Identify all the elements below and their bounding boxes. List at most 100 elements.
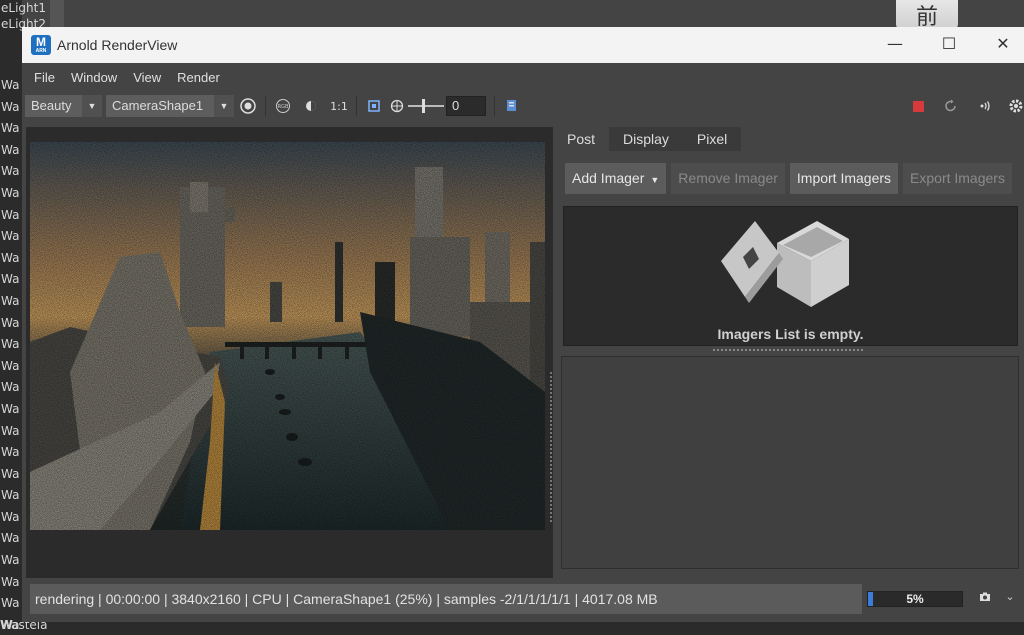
background-top-panel: eLight1 eLight2 [1,0,1024,31]
svg-text:RGB: RGB [278,104,289,110]
toolbar: Beauty ▼ CameraShape1 ▼ RGB 1:1 0 [22,91,1024,121]
menu-view[interactable]: View [125,70,169,85]
remove-imager-button[interactable]: Remove Imager [671,163,785,194]
outliner-item[interactable]: Wa [0,161,22,183]
outliner-item[interactable]: Wa [0,442,22,464]
maximize-icon: ☐ [941,34,957,53]
outliner-item[interactable]: Wa [0,75,22,97]
panel-tabs: Post Display Pixel [553,127,1024,151]
chevron-down-icon: ▼ [82,95,102,117]
view-cube[interactable]: 前 [896,0,958,30]
app-icon-letter: M [36,35,46,49]
outliner-item[interactable]: Wa [0,313,22,335]
minimize-icon: — [887,34,903,53]
arnold-renderview-window: M ARN Arnold RenderView — ☐ ✕ File Windo… [22,27,1024,622]
chevron-down-icon: ▼ [650,175,660,185]
menu-render[interactable]: Render [169,70,228,85]
outliner-item[interactable]: Wa [0,485,22,507]
menu-file[interactable]: File [26,70,63,85]
ipr-signal-icon[interactable] [970,94,998,118]
import-imagers-button[interactable]: Import Imagers [789,163,899,194]
imager-list[interactable]: Imagers List is empty. [563,206,1018,346]
outliner-rows: Wa Wa Wa Wa Wa Wa Wa Wa Wa Wa Wa Wa Wa Wa Wa Wa Wa Wa Wa Wa… [0,75,22,635]
maya-app-icon: M ARN [31,35,51,55]
outliner-item[interactable]: Wa [0,550,22,572]
toolbar-separator [265,96,266,116]
empty-list-message: Imagers List is empty. [717,326,864,342]
outliner-item[interactable]: Wa [0,140,22,162]
outliner-item[interactable]: Wa [0,356,22,378]
contrast-icon[interactable] [297,94,325,118]
outliner-item[interactable]: Wa [0,205,22,227]
log-icon[interactable] [498,94,526,118]
tab-display[interactable]: Display [609,127,683,151]
progress-label: 5% [906,592,924,606]
exposure-slider-knob[interactable] [422,99,425,113]
menu-bar: File Window View Render [22,63,1024,91]
background-bottom: Wastela [0,618,1024,635]
toolbar-separator [356,96,357,116]
imager-properties-area [561,356,1019,569]
outliner-item[interactable]: Wa [0,291,22,313]
radio-target-icon[interactable] [234,94,262,118]
empty-box-icon [721,221,849,307]
render-viewport[interactable] [26,127,553,578]
outliner-item[interactable]: Wa [0,593,22,615]
aov-value: Beauty [25,95,82,117]
status-bar: rendering | 00:00:00 | 3840x2160 | CPU |… [30,584,862,614]
snapshot-icon[interactable] [977,592,993,606]
gear-icon[interactable] [1002,94,1024,118]
background-outliner: Wa Wa Wa Wa Wa Wa Wa Wa Wa Wa Wa Wa Wa Wa Wa Wa Wa Wa Wa Wa… [0,0,22,635]
close-icon: ✕ [996,34,1010,53]
close-button[interactable]: ✕ [980,27,1024,63]
outliner-item[interactable]: Wa [0,248,22,270]
add-imager-label: Add Imager [572,170,645,186]
tab-post[interactable]: Post [553,127,610,151]
camera-value: CameraShape1 [106,95,214,117]
ratio-button[interactable]: 1:1 [325,94,353,118]
render-image[interactable] [30,142,545,530]
splitter-handle[interactable] [713,349,865,351]
exposure-icon [388,94,406,118]
chevron-down-icon[interactable]: ⌄ [1002,590,1018,604]
exposure-input[interactable]: 0 [446,96,486,116]
chevron-down-icon: ▼ [214,95,234,117]
rgb-icon[interactable]: RGB [269,94,297,118]
menu-window[interactable]: Window [63,70,125,85]
post-panel: Post Display Pixel Add Imager ▼ Remove Im… [553,127,1024,578]
tab-pixel[interactable]: Pixel [682,127,742,151]
ratio-label: 1:1 [330,99,348,113]
outliner-item[interactable]: Wa [0,226,22,248]
crop-region-icon[interactable] [360,94,388,118]
exposure-slider[interactable] [408,99,444,113]
outliner-item[interactable]: Wa [0,269,22,291]
app-icon-sub: ARN [35,48,47,54]
export-imagers-button[interactable]: Export Imagers [903,163,1012,194]
camera-dropdown[interactable]: CameraShape1 ▼ [106,95,234,117]
stop-square [912,100,924,112]
refresh-icon[interactable] [937,94,965,118]
aov-dropdown[interactable]: Beauty ▼ [25,95,102,117]
outliner-item[interactable]: Wa [0,334,22,356]
outliner-item[interactable]: Wa [0,118,22,140]
render-progress: 5% [867,591,963,607]
title-bar[interactable]: M ARN Arnold RenderView — ☐ ✕ [22,27,1024,63]
outliner-item[interactable]: Wa [0,97,22,119]
minimize-button[interactable]: — [872,27,918,63]
outliner-item[interactable]: Wa [0,528,22,550]
outliner-item[interactable]: Wa [0,464,22,486]
outliner-item[interactable]: eLight1 [1,0,46,16]
background-scrollbar[interactable] [50,0,64,30]
window-title: Arnold RenderView [57,37,178,53]
add-imager-button[interactable]: Add Imager ▼ [565,163,667,194]
outliner-item[interactable]: Wa [0,507,22,529]
imager-buttons: Add Imager ▼ Remove Imager Import Imagers… [565,163,1017,194]
outliner-item[interactable]: Wa [0,183,22,205]
stop-icon[interactable] [904,94,932,118]
splitter-handle[interactable] [550,372,552,522]
outliner-item[interactable]: Wa [0,399,22,421]
outliner-item[interactable]: Wa [0,421,22,443]
outliner-item[interactable]: Wa [0,572,22,594]
maximize-button[interactable]: ☐ [926,27,972,63]
outliner-item[interactable]: Wa [0,377,22,399]
